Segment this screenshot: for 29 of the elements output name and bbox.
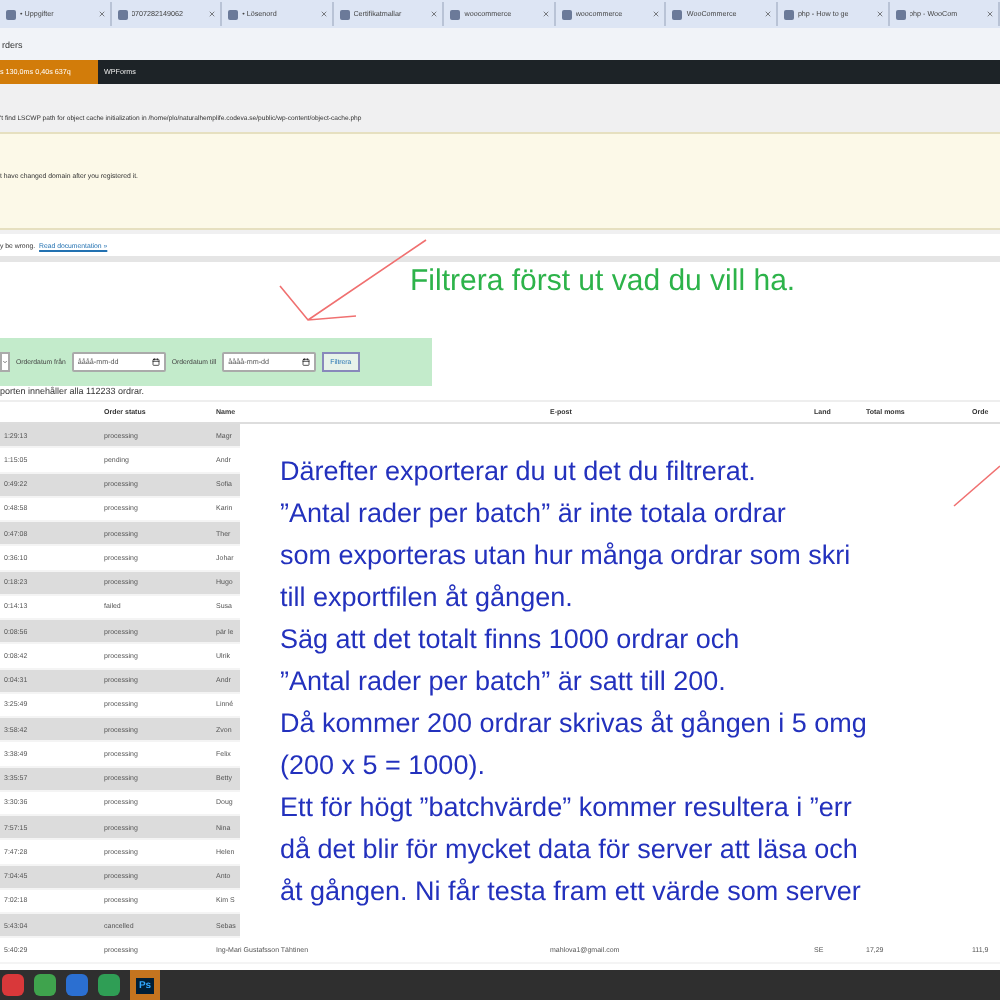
favicon-icon — [672, 9, 683, 19]
app-icon[interactable] — [98, 974, 120, 996]
annotation-text: Ett för högt ”batchvärde” kommer resultera i ”err — [280, 790, 852, 826]
favicon-icon — [783, 9, 794, 19]
favicon-icon — [339, 9, 350, 19]
favicon-icon — [228, 9, 239, 19]
annotation-text: ”Antal rader per batch” är inte totala ordrar — [280, 496, 786, 532]
annotation-text: Säg att det totalt finns 1000 ordrar och — [280, 622, 740, 658]
annotation-text: då det blir för mycket data för server att läsa och — [280, 832, 858, 868]
annotation-text: ”Antal rader per batch” är satt till 200. — [280, 664, 726, 700]
annotation-text: Därefter exporterar du ut det du filtrerat. — [280, 454, 756, 490]
app-icon[interactable] — [34, 974, 56, 996]
favicon-icon — [117, 9, 128, 19]
annotation-text: åt gången. Ni får testa fram ett värde som server — [280, 874, 861, 910]
calendar-icon[interactable] — [151, 358, 160, 366]
favicon-icon — [6, 9, 16, 19]
annotation-text: (200 x 5 = 1000). — [280, 748, 485, 784]
select-field[interactable] — [0, 352, 10, 372]
annotation-text: som exporteras utan hur många ordrar som skri — [280, 538, 851, 574]
calendar-icon[interactable] — [302, 358, 311, 366]
leader-line — [953, 465, 1000, 507]
favicon-icon — [450, 9, 461, 19]
annotation-text: Då kommer 200 ordrar skrivas åt gången i 5 omg — [280, 706, 867, 742]
app-icon[interactable] — [2, 974, 24, 996]
favicon-icon — [895, 9, 905, 19]
annotation-text: till exportfilen åt gången. — [280, 580, 573, 616]
app-icon[interactable] — [66, 974, 88, 996]
favicon-icon — [561, 9, 572, 19]
annotation-text: Filtrera först ut vad du vill ha. — [410, 264, 796, 300]
